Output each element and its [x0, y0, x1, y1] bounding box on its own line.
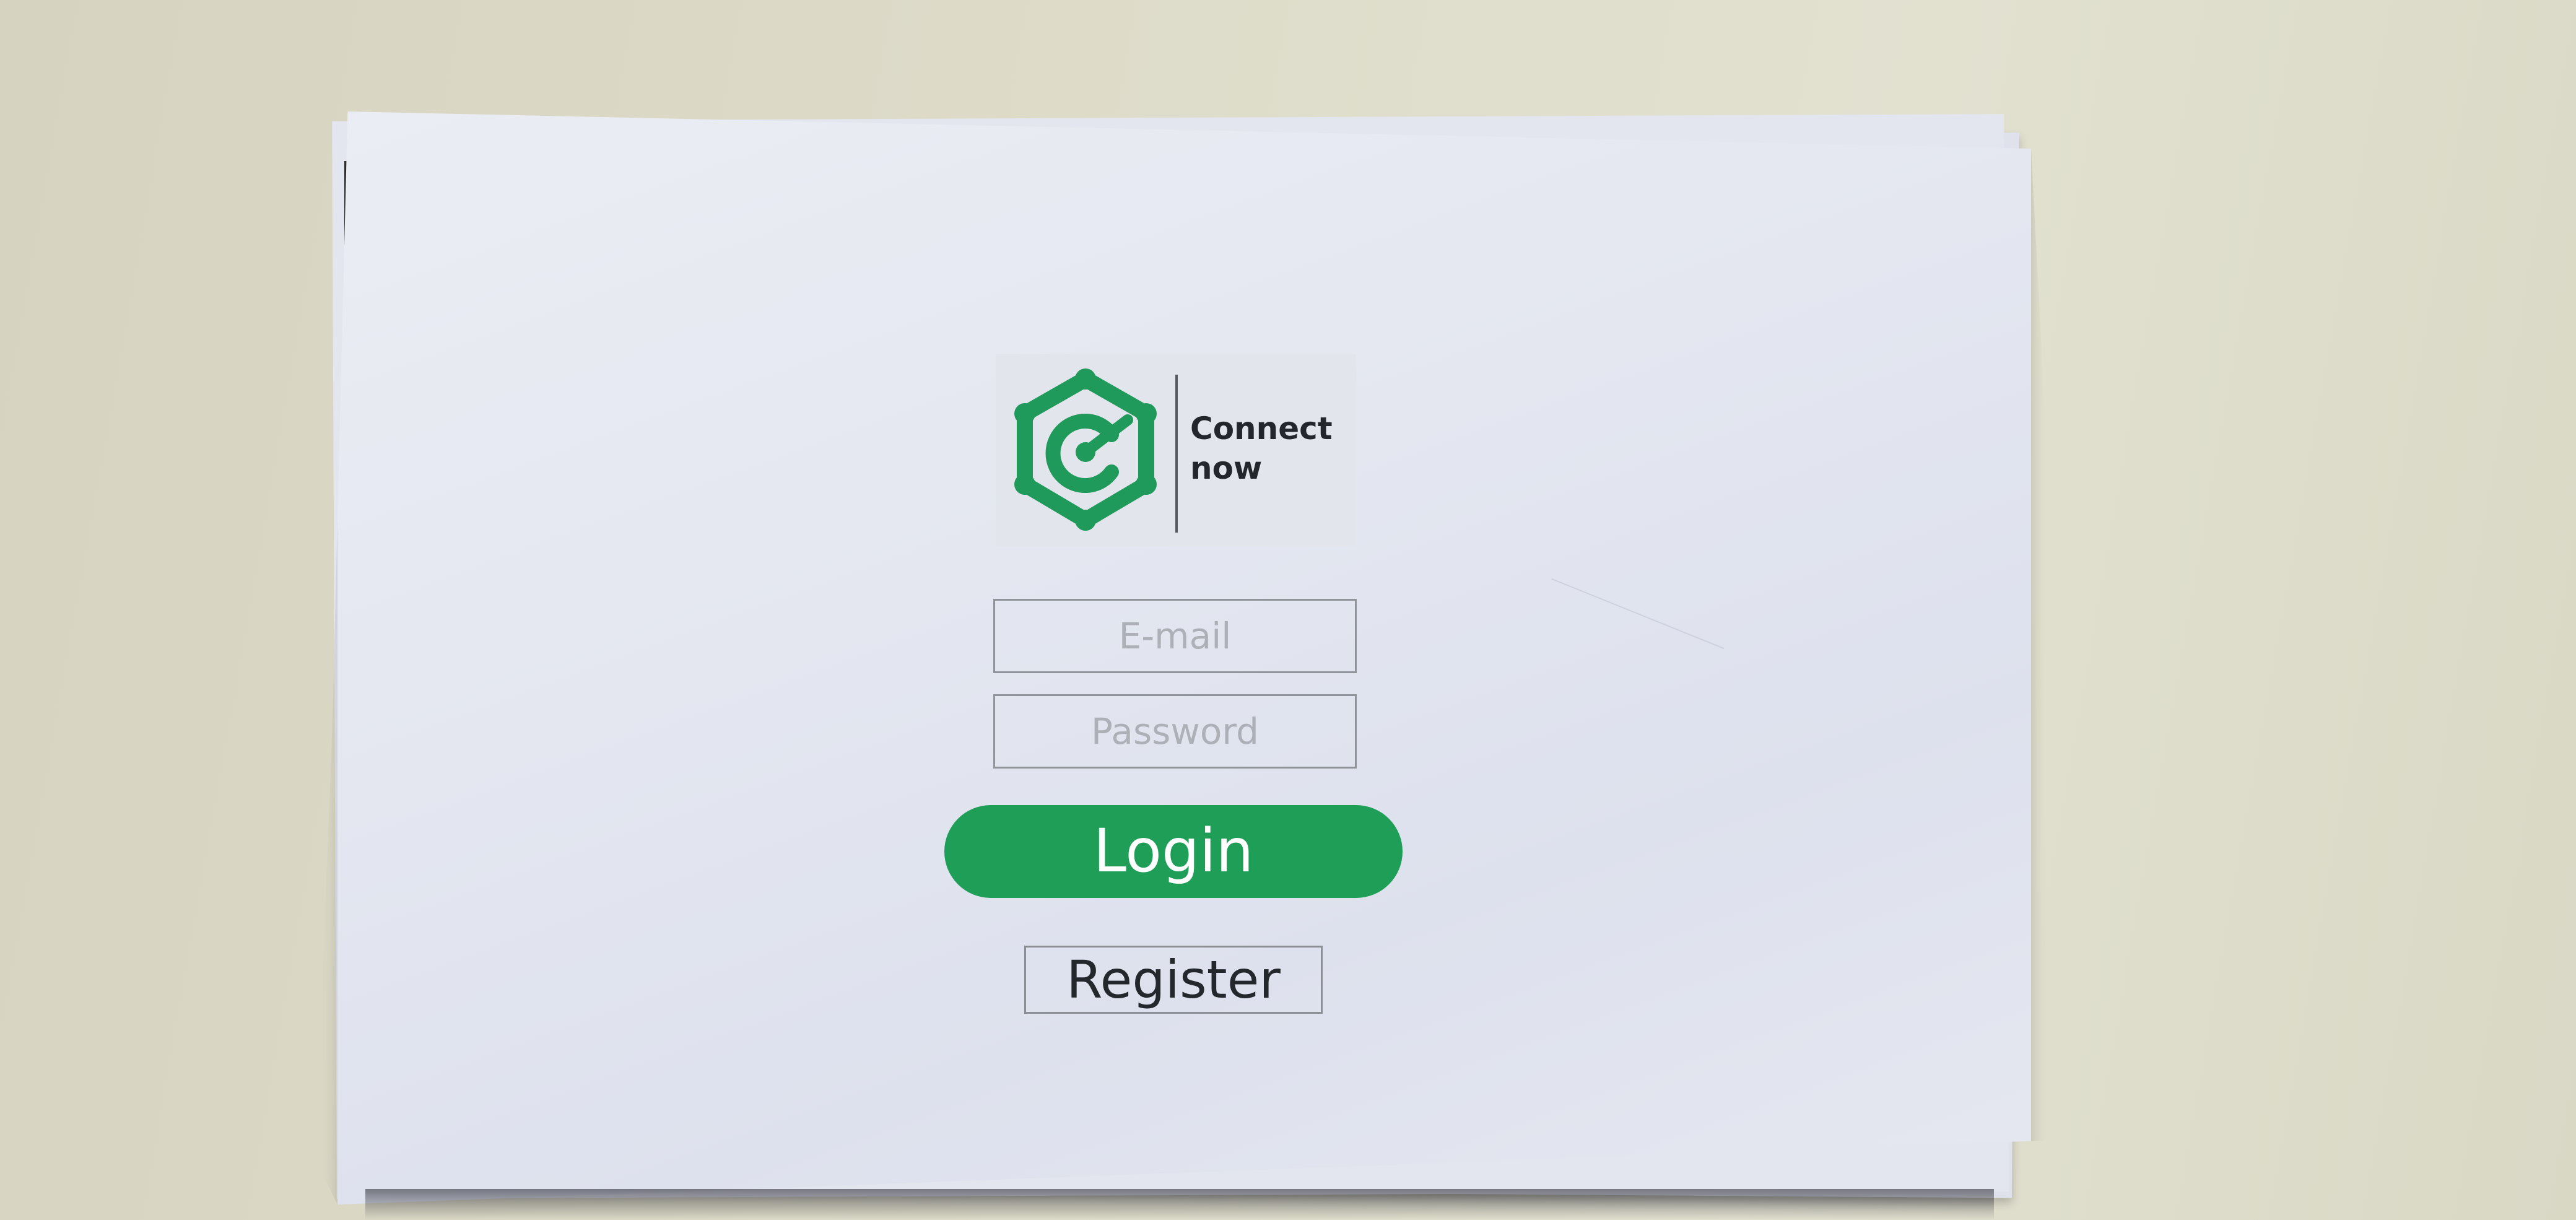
brand-name: Connect now	[1190, 409, 1333, 488]
register-button[interactable]: Register	[1024, 946, 1323, 1014]
brand-name-line1: Connect	[1190, 411, 1333, 447]
brand-name-line2: now	[1190, 450, 1263, 486]
paper-crease	[1551, 578, 1725, 650]
password-field[interactable]: Password	[993, 694, 1357, 769]
email-field[interactable]: E-mail	[993, 599, 1357, 673]
hexagon-c-network-icon	[1014, 368, 1157, 531]
paper-bottom-shadow	[365, 1189, 1994, 1220]
logo-divider	[1175, 375, 1178, 533]
login-button[interactable]: Login	[944, 805, 1403, 898]
